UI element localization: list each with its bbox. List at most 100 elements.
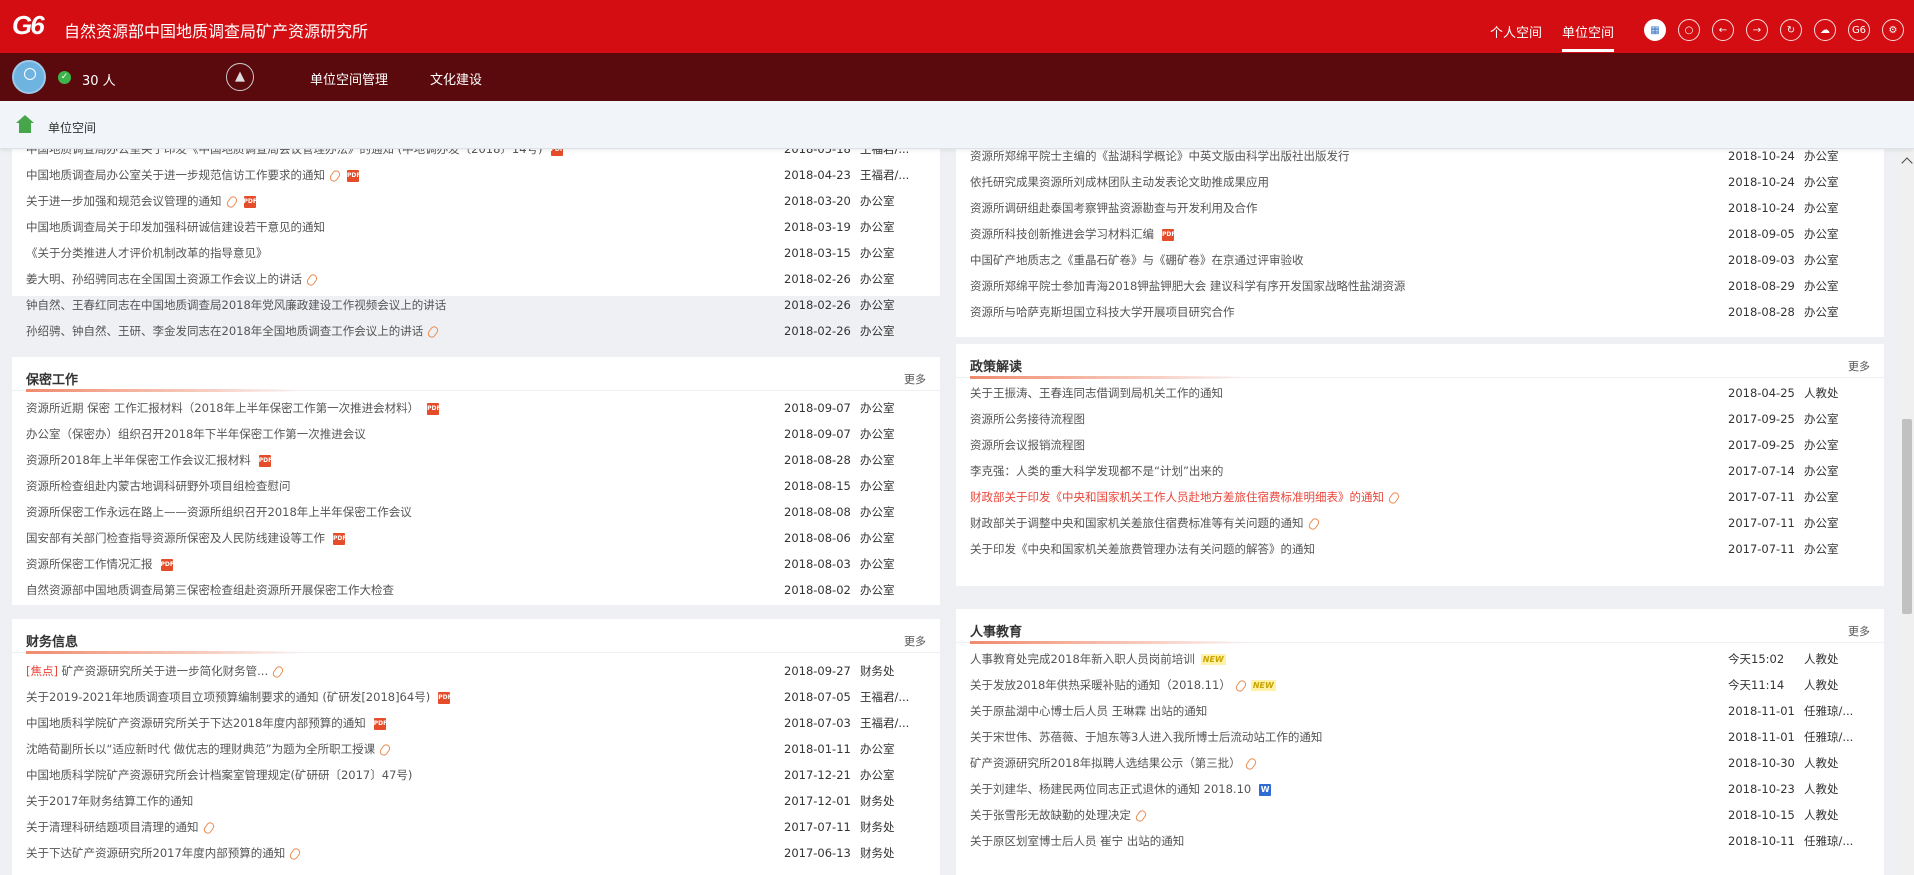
item-title-link[interactable]: 资源所郑绵平院士主编的《盐湖科学概论》中英文版由科学出版社出版发行 [970,149,1350,169]
item-title-link[interactable]: 矿产资源研究所2018年拟聘人选结果公示（第三批） [970,750,1258,776]
list-item[interactable]: 资源所郑绵平院士参加青海2018钾盐钾肥大会 建议科学有序开发国家战略性盐湖资源… [956,273,1884,299]
item-title-link[interactable]: 国安部有关部门检查指导资源所保密及人民防线建设等工作 PDF [26,525,346,551]
list-item[interactable]: 依托研究成果资源所刘成林团队主动发表论文助推成果应用 2018-10-24 办公室 [956,169,1884,195]
item-title-link[interactable]: 关于刘建华、杨建民两位同志正式退休的通知 2018.10 W [970,776,1272,802]
item-title-link[interactable]: 关于2019-2021年地质调查项目立项预算编制要求的通知 (矿研发[2018]… [26,684,452,710]
list-item[interactable]: 关于2019-2021年地质调查项目立项预算编制要求的通知 (矿研发[2018]… [12,684,940,710]
list-item[interactable]: 关于发放2018年供热采暖补贴的通知（2018.11） NEW 今天11:14 人教处 [956,672,1884,698]
item-title-link[interactable]: 中国地质科学院矿产资源研究所关于下达2018年度内部预算的通知 PDF [26,710,387,736]
list-item[interactable]: 资源所科技创新推进会学习材料汇编 PDF 2018-09-05 办公室 [956,221,1884,247]
list-item[interactable]: 资源所郑绵平院士主编的《盐湖科学概论》中英文版由科学出版社出版发行 2018-10… [956,149,1884,169]
tab-personal-space[interactable]: 个人空间 [1490,22,1542,52]
item-title-link[interactable]: 关于发放2018年供热采暖补贴的通知（2018.11） NEW [970,672,1276,698]
item-title-link[interactable]: 中国地质科学院矿产资源研究所会计档案室管理规定(矿研研〔2017〕47号) [26,762,412,788]
item-title-link[interactable]: 关于下达矿产资源研究所2017年度内部预算的通知 [26,840,302,866]
list-item[interactable]: 关于2017年财务结算工作的通知 2017-12-01 财务处 [12,788,940,814]
item-title-link[interactable]: 关于原区划室博士后人员 崔宁 出站的通知 [970,828,1184,854]
list-item[interactable]: 资源所检查组赴内蒙古地调科研野外项目组检查慰问 2018-08-15 办公室 [12,473,940,499]
list-item[interactable]: 关于清理科研结题项目清理的通知 2017-07-11 财务处 [12,814,940,840]
list-item[interactable]: 自然资源部中国地质调查局第三保密检查组赴资源所开展保密工作大检查 2018-08-… [12,577,940,603]
nav-culture-building[interactable]: 文化建设 [430,69,482,88]
item-title-link[interactable]: 《关于分类推进人才评价机制改革的指导意见》 [26,240,268,266]
list-item[interactable]: 中国矿产地质志之《重晶石矿卷》与《硼矿卷》在京通过评审验收 2018-09-03 办… [956,247,1884,273]
grid-icon[interactable]: ▦ [1644,19,1666,41]
item-title-link[interactable]: 关于2017年财务结算工作的通知 [26,788,193,814]
item-title-link[interactable]: 资源所检查组赴内蒙古地调科研野外项目组检查慰问 [26,473,291,499]
item-title-link[interactable]: 资源所保密工作永远在路上——资源所组织召开2018年上半年保密工作会议 [26,499,412,525]
item-title-link[interactable]: 关于张雪彤无故缺勤的处理决定 [970,802,1148,828]
back-icon[interactable]: ← [1712,19,1734,41]
list-item[interactable]: 中国地质科学院矿产资源研究所会计档案室管理规定(矿研研〔2017〕47号) 201… [12,762,940,788]
item-title-link[interactable]: 资源所公务接待流程图 [970,406,1085,432]
list-item[interactable]: 资源所会议报销流程图 2017-09-25 办公室 [956,432,1884,458]
list-item[interactable]: 资源所近期 保密 工作汇报材料（2018年上半年保密工作第一次推进会材料） PDF… [12,395,940,421]
list-item[interactable]: 资源所公务接待流程图 2017-09-25 办公室 [956,406,1884,432]
list-item[interactable]: 钟自然、王春红同志在中国地质调查局2018年党风廉政建设工作视频会议上的讲话 20… [12,292,940,318]
list-item[interactable]: 关于刘建华、杨建民两位同志正式退休的通知 2018.10 W 2018-10-23 人… [956,776,1884,802]
list-item[interactable]: 国安部有关部门检查指导资源所保密及人民防线建设等工作 PDF 2018-08-06 办… [12,525,940,551]
item-title-link[interactable]: 财政部关于印发《中央和国家机关工作人员赴地方差旅住宿费标准明细表》的通知 [970,484,1401,510]
avatar[interactable] [12,60,46,94]
nav-unit-space-management[interactable]: 单位空间管理 [310,69,388,88]
list-item[interactable]: 人事教育处完成2018年新入职人员岗前培训 NEW 今天15:02 人教处 [956,646,1884,672]
item-title-link[interactable]: 中国地质调查局关于印发加强科研诚信建设若干意见的通知 [26,214,325,240]
settings-icon[interactable]: ⚙ [1882,19,1904,41]
item-title-link[interactable]: 中国矿产地质志之《重晶石矿卷》与《硼矿卷》在京通过评审验收 [970,247,1304,273]
item-title-link[interactable]: 资源所2018年上半年保密工作会议汇报材料 PDF [26,447,272,473]
list-item[interactable]: 中国地质科学院矿产资源研究所关于下达2018年度内部预算的通知 PDF 2018-0… [12,710,940,736]
item-title-link[interactable]: 关于进一步加强和规范会议管理的通知 PDF [26,188,257,214]
item-title-link[interactable]: 人事教育处完成2018年新入职人员岗前培训 NEW [970,646,1226,672]
item-title-link[interactable]: 自然资源部中国地质调查局第三保密检查组赴资源所开展保密工作大检查 [26,577,394,603]
search-icon[interactable]: ○ [1678,19,1700,41]
item-title-link[interactable]: 资源所与哈萨克斯坦国立科技大学开展项目研究合作 [970,299,1235,325]
list-item[interactable]: 关于张雪彤无故缺勤的处理决定 2018-10-15 人教处 [956,802,1884,828]
list-item[interactable]: 关于印发《中央和国家机关差旅费管理办法有关问题的解答》的通知 2017-07-11… [956,536,1884,562]
scroll-thumb[interactable] [1902,419,1912,614]
tab-unit-space[interactable]: 单位空间 [1561,22,1614,52]
item-title-link[interactable]: 资源所调研组赴泰国考察钾盐资源勘查与开发利用及合作 [970,195,1258,221]
refresh-icon[interactable]: ↻ [1780,19,1802,41]
list-item[interactable]: 沈皓荀副所长以“适应新时代 做优志的理财典范”为题为全所职工授课 2018-01-… [12,736,940,762]
list-item[interactable]: 资源所2018年上半年保密工作会议汇报材料 PDF 2018-08-28 办公室 [12,447,940,473]
scroll-up-icon[interactable] [1901,157,1913,169]
item-title-link[interactable]: [焦点] 矿产资源研究所关于进一步简化财务管... [26,658,285,684]
list-item[interactable]: 关于原盐湖中心博士后人员 王琳霖 出站的通知 2018-11-01 任雅琼/... [956,698,1884,724]
hr-more-link[interactable]: 更多 [1848,623,1870,639]
item-title-link[interactable]: 资源所郑绵平院士参加青海2018钾盐钾肥大会 建议科学有序开发国家战略性盐湖资源 [970,273,1405,299]
list-item[interactable]: 矿产资源研究所2018年拟聘人选结果公示（第三批） 2018-10-30 人教处 [956,750,1884,776]
item-title-link[interactable]: 孙绍骋、钟自然、王研、李金发同志在2018年全国地质调查工作会议上的讲话 [26,318,440,344]
navigation-icon[interactable]: ▲ [226,63,254,91]
list-item[interactable]: 孙绍骋、钟自然、王研、李金发同志在2018年全国地质调查工作会议上的讲话 2018… [12,318,940,344]
item-title-link[interactable]: 中国地质调查局办公室关于进一步规范信访工作要求的通知 PDF [26,162,360,188]
item-title-link[interactable]: 关于印发《中央和国家机关差旅费管理办法有关问题的解答》的通知 [970,536,1315,562]
list-item[interactable]: 关于下达矿产资源研究所2017年度内部预算的通知 2017-06-13 财务处 [12,840,940,866]
item-title-link[interactable]: 资源所近期 保密 工作汇报材料（2018年上半年保密工作第一次推进会材料） PDF [26,395,441,421]
item-title-link[interactable]: 办公室（保密办）组织召开2018年下半年保密工作第一次推进会议 [26,421,366,447]
item-title-link[interactable]: 关于原盐湖中心博士后人员 王琳霖 出站的通知 [970,698,1207,724]
item-title-link[interactable]: 姜大明、孙绍骋同志在全国国土资源工作会议上的讲话 [26,266,319,292]
item-title-link[interactable]: 关于清理科研结题项目清理的通知 [26,814,216,840]
list-item[interactable]: 关于进一步加强和规范会议管理的通知 PDF 2018-03-20 办公室 [12,188,940,214]
finance-more-link[interactable]: 更多 [904,633,926,649]
list-item[interactable]: 中国地质调查局办公室关于进一步规范信访工作要求的通知 PDF 2018-04-23 王… [12,162,940,188]
item-title-link[interactable]: 依托研究成果资源所刘成林团队主动发表论文助推成果应用 [970,169,1269,195]
policy-more-link[interactable]: 更多 [1848,358,1870,374]
list-item[interactable]: 关于宋世伟、苏蓓薇、于旭东等3人进入我所博士后流动站工作的通知 2018-11-0… [956,724,1884,750]
list-item[interactable]: 资源所保密工作永远在路上——资源所组织召开2018年上半年保密工作会议 2018-… [12,499,940,525]
item-title-link[interactable]: 关于王振涛、王春连同志借调到局机关工作的通知 [970,380,1223,406]
item-title-link[interactable]: 资源所保密工作情况汇报 PDF [26,551,174,577]
list-item[interactable]: 办公室（保密办）组织召开2018年下半年保密工作第一次推进会议 2018-09-0… [12,421,940,447]
list-item[interactable]: 中国地质调查局办公室关于印发《中国地质调查局会议管理办法》的通知 (中地调办发〔… [12,149,940,162]
list-item[interactable]: 关于原区划室博士后人员 崔宁 出站的通知 2018-10-11 任雅琼/... [956,828,1884,854]
item-title-link[interactable]: 李克强：人类的重大科学发现都不是“计划”出来的 [970,458,1223,484]
list-item[interactable]: 中国地质调查局关于印发加强科研诚信建设若干意见的通知 2018-03-19 办公室 [12,214,940,240]
page-scrollbar[interactable] [1900,149,1914,875]
secrecy-more-link[interactable]: 更多 [904,371,926,387]
list-item[interactable]: 资源所与哈萨克斯坦国立科技大学开展项目研究合作 2018-08-28 办公室 [956,299,1884,325]
list-item[interactable]: 财政部关于印发《中央和国家机关工作人员赴地方差旅住宿费标准明细表》的通知 2017… [956,484,1884,510]
list-item[interactable]: 《关于分类推进人才评价机制改革的指导意见》 2018-03-15 办公室 [12,240,940,266]
list-item[interactable]: [焦点] 矿产资源研究所关于进一步简化财务管... 2018-09-27 财务处 [12,658,940,684]
list-item[interactable]: 资源所调研组赴泰国考察钾盐资源勘查与开发利用及合作 2018-10-24 办公室 [956,195,1884,221]
list-item[interactable]: 资源所保密工作情况汇报 PDF 2018-08-03 办公室 [12,551,940,577]
list-item[interactable]: 姜大明、孙绍骋同志在全国国土资源工作会议上的讲话 2018-02-26 办公室 [12,266,940,292]
